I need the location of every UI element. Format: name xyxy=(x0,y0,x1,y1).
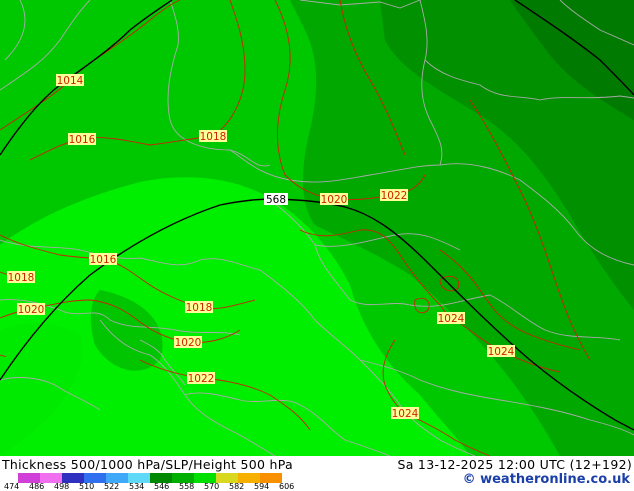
isobar-label: 1022 xyxy=(380,189,408,202)
isobar-label: 1022 xyxy=(187,372,215,385)
isobar-label-text: 1020 xyxy=(175,337,202,349)
isobar-label: 1016 xyxy=(68,133,96,146)
isobar-label-text: 1016 xyxy=(90,254,117,266)
isobar-label-text: 1020 xyxy=(18,304,45,316)
legend-title: Thickness 500/1000 hPa/SLP/Height 500 hP… xyxy=(2,457,294,472)
isobar-label-text: 1016 xyxy=(69,134,96,146)
isobar-label: 1020 xyxy=(174,336,202,349)
isobar-label: 1016 xyxy=(89,253,117,266)
isobar-label: 1024 xyxy=(391,407,419,420)
weather-map-view: 1014 1016 1018 1016 1018 1020 1018 1020 1022 1020… xyxy=(0,0,634,491)
isobar-label-text: 1024 xyxy=(488,346,515,358)
height-label-group: 568 xyxy=(264,193,288,206)
isobar-label: 1014 xyxy=(56,74,84,87)
height-label: 568 xyxy=(266,194,286,206)
isobar-label: 1018 xyxy=(7,271,35,284)
isobar-label-text: 1018 xyxy=(200,131,227,143)
thickness-map: 1014 1016 1018 1016 1018 1020 1018 1020 1022 1020… xyxy=(0,0,634,456)
legend-bar: Thickness 500/1000 hPa/SLP/Height 500 hP… xyxy=(0,456,634,491)
isobar-label-text: 1014 xyxy=(57,75,84,87)
isobar-label-text: 1020 xyxy=(321,194,348,206)
isobar-label-text: 1022 xyxy=(381,190,408,202)
site-credit[interactable]: © weatheronline.co.uk xyxy=(463,472,630,487)
isobar-label: 1024 xyxy=(437,312,465,325)
isobar-label-text: 1024 xyxy=(392,408,419,420)
forecast-datetime: Sa 13-12-2025 12:00 UTC (12+192) xyxy=(397,457,632,472)
isobar-label-text: 1018 xyxy=(186,302,213,314)
isobar-label: 1018 xyxy=(199,130,227,143)
isobar-label: 1020 xyxy=(320,193,348,206)
isobar-label-text: 1022 xyxy=(188,373,215,385)
isobar-label: 1018 xyxy=(185,301,213,314)
isobar-label: 1020 xyxy=(17,303,45,316)
isobar-label-text: 1018 xyxy=(8,272,35,284)
isobar-label-text: 1024 xyxy=(438,313,465,325)
isobar-label: 1024 xyxy=(487,345,515,358)
